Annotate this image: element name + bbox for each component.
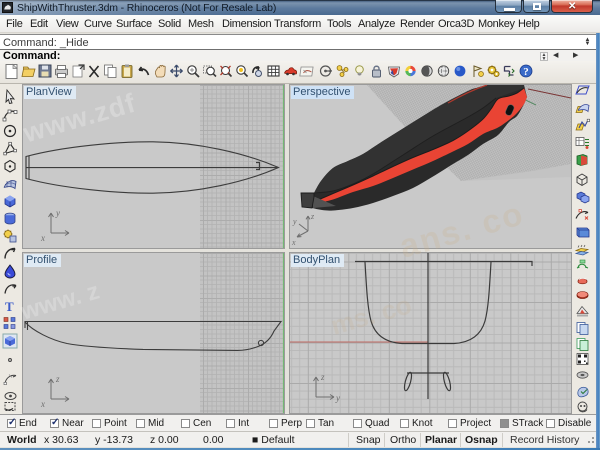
svg-text:T: T	[5, 299, 14, 314]
svg-text:x: x	[291, 238, 296, 247]
svg-text:z: z	[55, 374, 60, 384]
svg-text:y: y	[292, 217, 297, 226]
svg-text:x: x	[40, 399, 45, 409]
svg-text:?: ?	[523, 66, 529, 78]
svg-text:x: x	[40, 233, 45, 243]
svg-text:y: y	[335, 393, 340, 403]
svg-text:z: z	[320, 372, 325, 382]
svg-text:z: z	[310, 212, 315, 221]
svg-text:y: y	[55, 208, 60, 218]
